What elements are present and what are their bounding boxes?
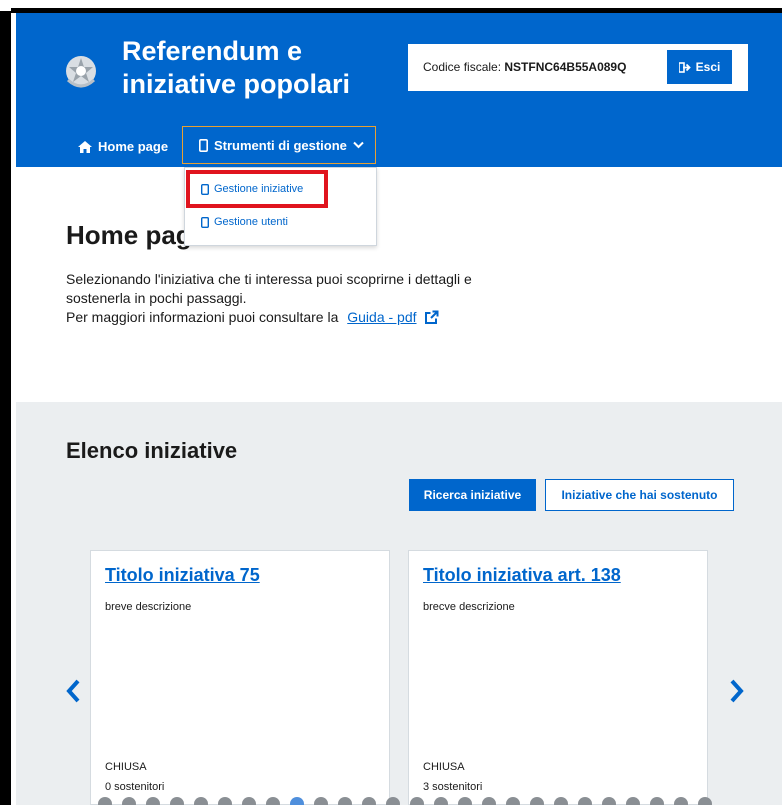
initiative-card[interactable]: Titolo iniziativa 75 breve descrizione C… (90, 550, 390, 805)
carousel-dot[interactable] (578, 797, 592, 805)
intro-line: sostenerla in pochi passaggi. (66, 290, 247, 306)
carousel-dot[interactable] (98, 797, 112, 805)
carousel-dot[interactable] (674, 797, 688, 805)
fiscal-code: Codice fiscale: NSTFNC64B55A089Q (423, 60, 626, 74)
external-link-icon[interactable] (424, 310, 439, 325)
carousel-next-icon[interactable] (726, 676, 746, 706)
nav-home-page[interactable]: Home page (78, 126, 168, 167)
carousel-dot[interactable] (218, 797, 232, 805)
nav-management-tools[interactable]: Strumenti di gestione (182, 126, 376, 164)
carousel-dot[interactable] (650, 797, 664, 805)
carousel-dot[interactable] (482, 797, 496, 805)
nav-tools-label: Strumenti di gestione (214, 137, 347, 153)
initiative-supporters: 0 sostenitori (105, 781, 165, 793)
intro-line: Per maggiori informazioni puoi consultar… (66, 308, 606, 327)
carousel-dot[interactable] (626, 797, 640, 805)
site-title-line1: Referendum e (122, 36, 303, 66)
mobile-icon (199, 138, 208, 152)
carousel-dot[interactable] (506, 797, 520, 805)
carousel-pagination (98, 797, 718, 805)
site-title[interactable]: Referendum e iniziative popolari (122, 35, 350, 101)
intro-text: Selezionando l'iniziativa che ti interes… (66, 270, 606, 327)
logout-button[interactable]: Esci (667, 50, 732, 84)
user-info-box: Codice fiscale: NSTFNC64B55A089Q Esci (408, 44, 748, 91)
initiative-description: brecve descrizione (423, 601, 515, 613)
carousel-dot[interactable] (242, 797, 256, 805)
initiative-card[interactable]: Titolo iniziativa art. 138 brecve descri… (408, 550, 708, 805)
fiscal-code-label: Codice fiscale: (423, 60, 502, 74)
carousel-dot[interactable] (386, 797, 400, 805)
site-title-line2: iniziative popolari (122, 69, 351, 99)
initiative-supporters: 3 sostenitori (423, 781, 483, 793)
menu-item-label: Gestione utenti (214, 216, 288, 228)
carousel-prev-icon[interactable] (64, 676, 84, 706)
intro-line: Selezionando l'iniziativa che ti interes… (66, 271, 472, 287)
initiative-status: CHIUSA (105, 761, 147, 773)
chevron-down-icon (353, 141, 364, 149)
initiative-status: CHIUSA (423, 761, 465, 773)
initiatives-section-title: Elenco iniziative (66, 438, 238, 463)
initiative-description: breve descrizione (105, 601, 192, 613)
carousel-dot[interactable] (362, 797, 376, 805)
carousel-dot[interactable] (266, 797, 280, 805)
carousel-dot[interactable] (314, 797, 328, 805)
supported-initiatives-button[interactable]: Iniziative che hai sostenuto (545, 479, 734, 511)
carousel-dot[interactable] (602, 797, 616, 805)
initiative-title-link[interactable]: Titolo iniziativa art. 138 (423, 565, 621, 586)
mobile-icon (201, 183, 209, 195)
nav-home-label: Home page (98, 139, 169, 154)
carousel-dot[interactable] (458, 797, 472, 805)
carousel-dot[interactable] (410, 797, 424, 805)
menu-item-manage-initiatives[interactable]: Gestione iniziative (201, 183, 303, 195)
window-border-left (0, 11, 11, 805)
carousel-dot[interactable] (530, 797, 544, 805)
fiscal-code-value: NSTFNC64B55A089Q (504, 60, 627, 74)
mobile-icon (201, 216, 209, 228)
carousel-dot[interactable] (194, 797, 208, 805)
carousel-dot[interactable] (170, 797, 184, 805)
guide-pdf-link[interactable]: Guida - pdf (347, 309, 416, 325)
carousel-dot[interactable] (146, 797, 160, 805)
sign-out-icon (678, 61, 691, 73)
carousel-dot[interactable] (122, 797, 136, 805)
menu-item-label: Gestione iniziative (214, 183, 304, 195)
carousel-dot[interactable] (290, 797, 304, 805)
carousel-dot[interactable] (554, 797, 568, 805)
carousel-dot[interactable] (698, 797, 712, 805)
home-icon (78, 140, 92, 153)
search-initiatives-button[interactable]: Ricerca iniziative (409, 479, 536, 511)
carousel-dot[interactable] (434, 797, 448, 805)
main-nav: Home page Strumenti di gestione (16, 126, 782, 167)
republic-emblem-icon (66, 56, 96, 88)
carousel-dot[interactable] (338, 797, 352, 805)
logout-label: Esci (695, 60, 721, 74)
initiative-title-link[interactable]: Titolo iniziativa 75 (105, 565, 260, 586)
intro-line-text: Per maggiori informazioni puoi consultar… (66, 309, 339, 325)
management-dropdown-menu: Gestione iniziative Gestione utenti (184, 167, 377, 246)
menu-item-manage-users[interactable]: Gestione utenti (201, 216, 288, 228)
